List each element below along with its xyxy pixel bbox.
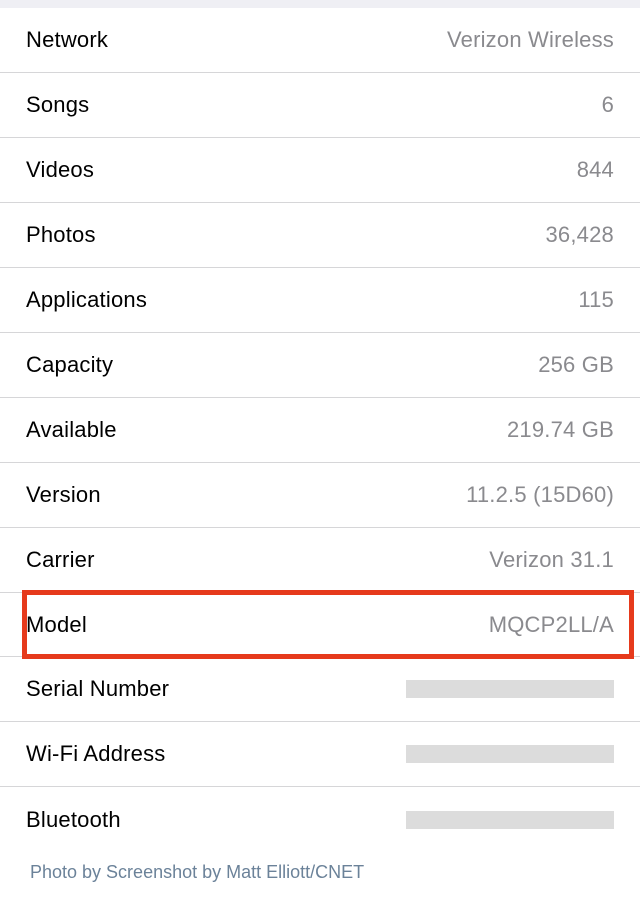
row-label: Model: [26, 612, 87, 638]
row-value: Verizon Wireless: [447, 27, 614, 53]
redacted-value: [406, 680, 614, 698]
row-applications[interactable]: Applications 115: [0, 268, 640, 333]
row-label: Available: [26, 417, 117, 443]
redacted-value: [406, 811, 614, 829]
row-value: 256 GB: [538, 352, 614, 378]
about-settings-list: Network Verizon Wireless Songs 6 Videos …: [0, 8, 640, 852]
row-network[interactable]: Network Verizon Wireless: [0, 8, 640, 73]
row-value: 36,428: [546, 222, 615, 248]
row-photos[interactable]: Photos 36,428: [0, 203, 640, 268]
row-available[interactable]: Available 219.74 GB: [0, 398, 640, 463]
row-label: Photos: [26, 222, 96, 248]
row-model[interactable]: Model MQCP2LL/A: [0, 593, 640, 657]
row-value: 115: [578, 287, 614, 313]
row-label: Carrier: [26, 547, 95, 573]
row-value: 11.2.5 (15D60): [466, 482, 614, 508]
row-label: Network: [26, 27, 108, 53]
row-value: Verizon 31.1: [489, 547, 614, 573]
row-label: Serial Number: [26, 676, 169, 702]
top-spacer: [0, 0, 640, 8]
row-value: 844: [577, 157, 614, 183]
row-capacity[interactable]: Capacity 256 GB: [0, 333, 640, 398]
row-value: 6: [602, 92, 614, 118]
row-bluetooth[interactable]: Bluetooth: [0, 787, 640, 852]
row-label: Videos: [26, 157, 94, 183]
row-value: 219.74 GB: [507, 417, 614, 443]
row-videos[interactable]: Videos 844: [0, 138, 640, 203]
redacted-value: [406, 745, 614, 763]
row-carrier[interactable]: Carrier Verizon 31.1: [0, 528, 640, 593]
row-wifi-address[interactable]: Wi-Fi Address: [0, 722, 640, 787]
row-serial-number[interactable]: Serial Number: [0, 657, 640, 722]
photo-credit: Photo by Screenshot by Matt Elliott/CNET: [0, 852, 640, 903]
row-label: Version: [26, 482, 101, 508]
row-version[interactable]: Version 11.2.5 (15D60): [0, 463, 640, 528]
row-label: Bluetooth: [26, 807, 121, 833]
row-songs[interactable]: Songs 6: [0, 73, 640, 138]
row-label: Applications: [26, 287, 147, 313]
row-label: Wi-Fi Address: [26, 741, 166, 767]
row-label: Songs: [26, 92, 89, 118]
row-value: MQCP2LL/A: [489, 612, 614, 638]
row-label: Capacity: [26, 352, 113, 378]
